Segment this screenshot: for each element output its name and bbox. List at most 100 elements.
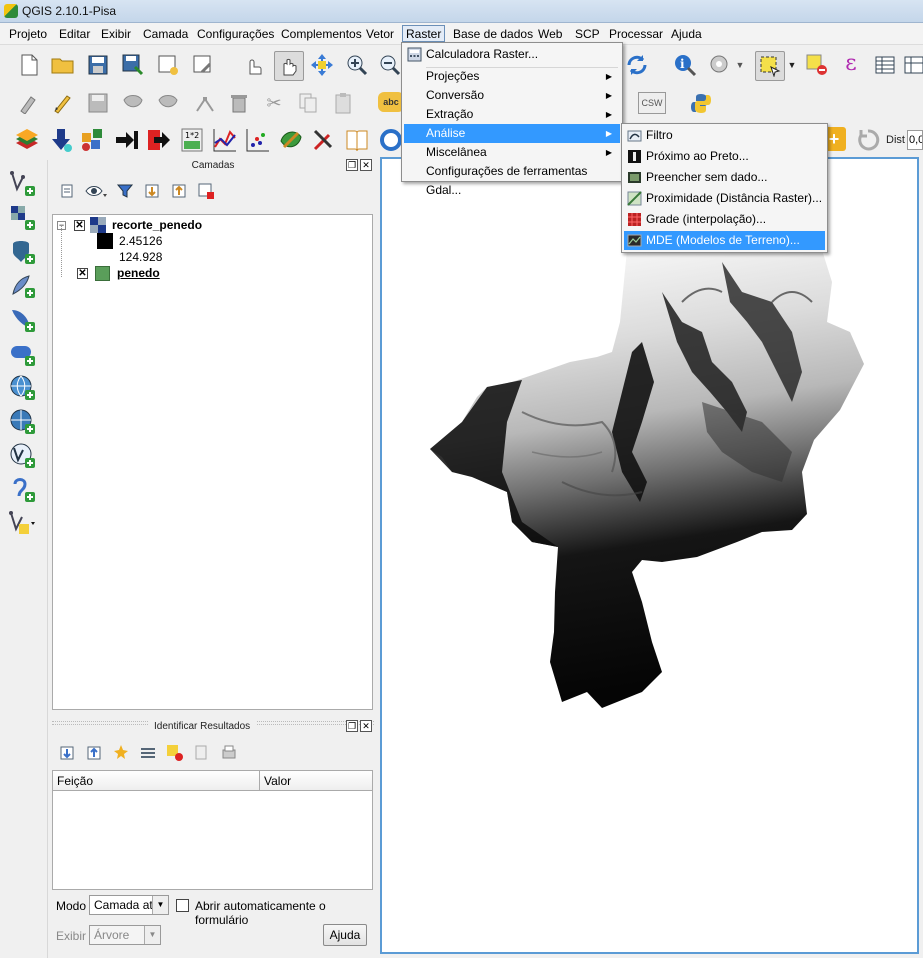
add-group-icon[interactable]	[58, 182, 76, 200]
paste-features-icon[interactable]	[330, 90, 356, 116]
download-data-icon[interactable]	[48, 127, 74, 153]
new-project-icon[interactable]	[16, 52, 42, 78]
filter-legend-icon[interactable]	[116, 182, 134, 200]
book-icon[interactable]	[344, 127, 370, 153]
menu-item-conversao[interactable]: Conversão ▶	[404, 86, 620, 105]
collapse-all-icon[interactable]	[170, 182, 188, 200]
reset-icon[interactable]	[855, 127, 881, 153]
clear-highlights-icon[interactable]	[166, 744, 184, 762]
menu-item-preencher-sem-dado[interactable]: Preencher sem dado...	[624, 168, 825, 187]
export-arrow-icon[interactable]	[146, 127, 172, 153]
refresh-icon[interactable]	[624, 52, 650, 78]
expand-new-results-icon[interactable]	[112, 744, 130, 762]
add-raster-layer-icon[interactable]	[9, 204, 37, 232]
plugin-puzzle-icon[interactable]	[80, 127, 106, 153]
add-postgis-layer-icon[interactable]	[9, 238, 37, 266]
copy-feature-icon[interactable]	[193, 744, 211, 762]
identify-features-icon[interactable]: i	[672, 52, 698, 78]
clear-results-icon[interactable]	[139, 744, 157, 762]
new-shapefile-layer-icon[interactable]	[9, 510, 37, 538]
delete-selected-icon[interactable]	[226, 90, 252, 116]
open-project-icon[interactable]	[50, 52, 76, 78]
zoom-in-icon[interactable]	[344, 52, 370, 78]
touch-zoom-icon[interactable]	[240, 52, 266, 78]
statistics-icon[interactable]	[903, 52, 923, 78]
manage-visibility-icon[interactable]	[85, 182, 107, 200]
csw-icon[interactable]: CSW	[638, 92, 666, 114]
save-layer-edits-icon[interactable]	[85, 90, 111, 116]
view-select[interactable]: Árvore ▼	[89, 925, 161, 945]
add-wfs-layer-icon[interactable]	[9, 442, 37, 470]
layer-stack-icon[interactable]	[14, 127, 40, 153]
attribute-table-icon[interactable]	[872, 52, 898, 78]
tools-icon[interactable]	[311, 127, 337, 153]
column-header-valor[interactable]: Valor	[260, 771, 372, 791]
menu-editar[interactable]: Editar	[56, 26, 93, 43]
menu-item-projecoes[interactable]: Projeções ▶	[404, 67, 620, 86]
menu-item-mde-modelos-de-terreno[interactable]: MDE (Modelos de Terreno)...	[624, 231, 825, 250]
toggle-editing-icon[interactable]	[50, 90, 76, 116]
chevron-down-icon[interactable]: ▼	[785, 52, 799, 78]
composer-manager-icon[interactable]	[190, 52, 216, 78]
cut-features-icon[interactable]: ✂	[261, 90, 287, 116]
layer-visibility-checkbox[interactable]: ✕	[77, 267, 88, 279]
dist-field[interactable]: 0,0	[907, 130, 923, 150]
add-delimited-text-layer-icon[interactable]	[9, 476, 37, 504]
add-wcs-layer-icon[interactable]	[9, 408, 37, 436]
pan-map-icon[interactable]	[274, 51, 304, 81]
spectral-plot-icon[interactable]	[212, 127, 238, 153]
add-feature-icon[interactable]	[120, 90, 146, 116]
remove-layer-icon[interactable]	[197, 182, 215, 200]
map-canvas[interactable]	[380, 157, 919, 954]
run-feature-action-icon[interactable]	[707, 52, 733, 78]
menu-item-analise[interactable]: Análise ▶	[404, 124, 620, 143]
menu-item-calculadora-raster[interactable]: Calculadora Raster...	[404, 45, 620, 64]
menu-camada[interactable]: Camada	[140, 26, 191, 43]
python-console-icon[interactable]	[688, 90, 714, 116]
pan-to-selection-icon[interactable]	[309, 52, 335, 78]
deselect-features-icon[interactable]	[804, 52, 830, 78]
copy-features-icon[interactable]	[295, 90, 321, 116]
menu-base-de-dados[interactable]: Base de dados	[450, 26, 536, 43]
column-header-feicao[interactable]: Feição	[53, 771, 260, 791]
current-edits-icon[interactable]	[16, 90, 42, 116]
menu-item-miscelanea[interactable]: Miscelânea ▶	[404, 143, 620, 162]
menu-projeto[interactable]: Projeto	[6, 26, 50, 43]
chevron-down-icon[interactable]: ▼	[144, 926, 160, 944]
close-icon[interactable]: ✕	[360, 720, 372, 732]
mode-select[interactable]: Camada atu ▼	[89, 895, 169, 915]
menu-complementos[interactable]: Complementos	[278, 26, 365, 43]
layer-visibility-checkbox[interactable]: ✕	[74, 219, 85, 231]
layer-row-penedo[interactable]: ✕ penedo	[77, 265, 160, 281]
expand-all-icon[interactable]	[143, 182, 161, 200]
menu-ajuda[interactable]: Ajuda	[668, 26, 705, 43]
menu-item-filtro[interactable]: Filtro	[624, 126, 825, 145]
float-panel-icon[interactable]: ❐	[346, 720, 358, 732]
new-print-composer-icon[interactable]	[155, 52, 181, 78]
menu-item-grade-interpolacao[interactable]: Grade (interpolação)...	[624, 210, 825, 229]
add-spatialite-layer-icon[interactable]	[9, 272, 37, 300]
menu-web[interactable]: Web	[535, 26, 565, 43]
add-oracle-layer-icon[interactable]	[9, 340, 37, 368]
menu-vetor[interactable]: Vetor	[363, 26, 397, 43]
save-project-icon[interactable]	[85, 52, 111, 78]
select-features-icon[interactable]	[755, 51, 785, 81]
layer-row-recorte-penedo[interactable]: − ✕ recorte_penedo	[57, 217, 202, 233]
move-feature-icon[interactable]	[155, 90, 181, 116]
field-calculator-icon[interactable]: ε	[838, 50, 864, 76]
menu-raster[interactable]: Raster	[402, 25, 446, 42]
import-arrow-icon[interactable]	[114, 127, 140, 153]
node-tool-icon[interactable]	[192, 90, 218, 116]
roi-tool-icon[interactable]	[278, 127, 304, 153]
scatter-plot-icon[interactable]	[245, 127, 271, 153]
collapse-tree-icon[interactable]	[85, 744, 103, 762]
add-mssql-layer-icon[interactable]	[9, 306, 37, 334]
chevron-down-icon[interactable]: ▼	[152, 896, 168, 914]
zoom-out-icon[interactable]	[377, 52, 403, 78]
save-as-icon[interactable]	[120, 52, 146, 78]
print-icon[interactable]	[220, 744, 238, 762]
menu-item-extracao[interactable]: Extração ▶	[404, 105, 620, 124]
menu-exibir[interactable]: Exibir	[98, 26, 134, 43]
menu-item-configuracoes-gdal[interactable]: Configurações de ferramentas Gdal...	[404, 162, 620, 197]
float-panel-icon[interactable]: ❐	[346, 159, 358, 171]
